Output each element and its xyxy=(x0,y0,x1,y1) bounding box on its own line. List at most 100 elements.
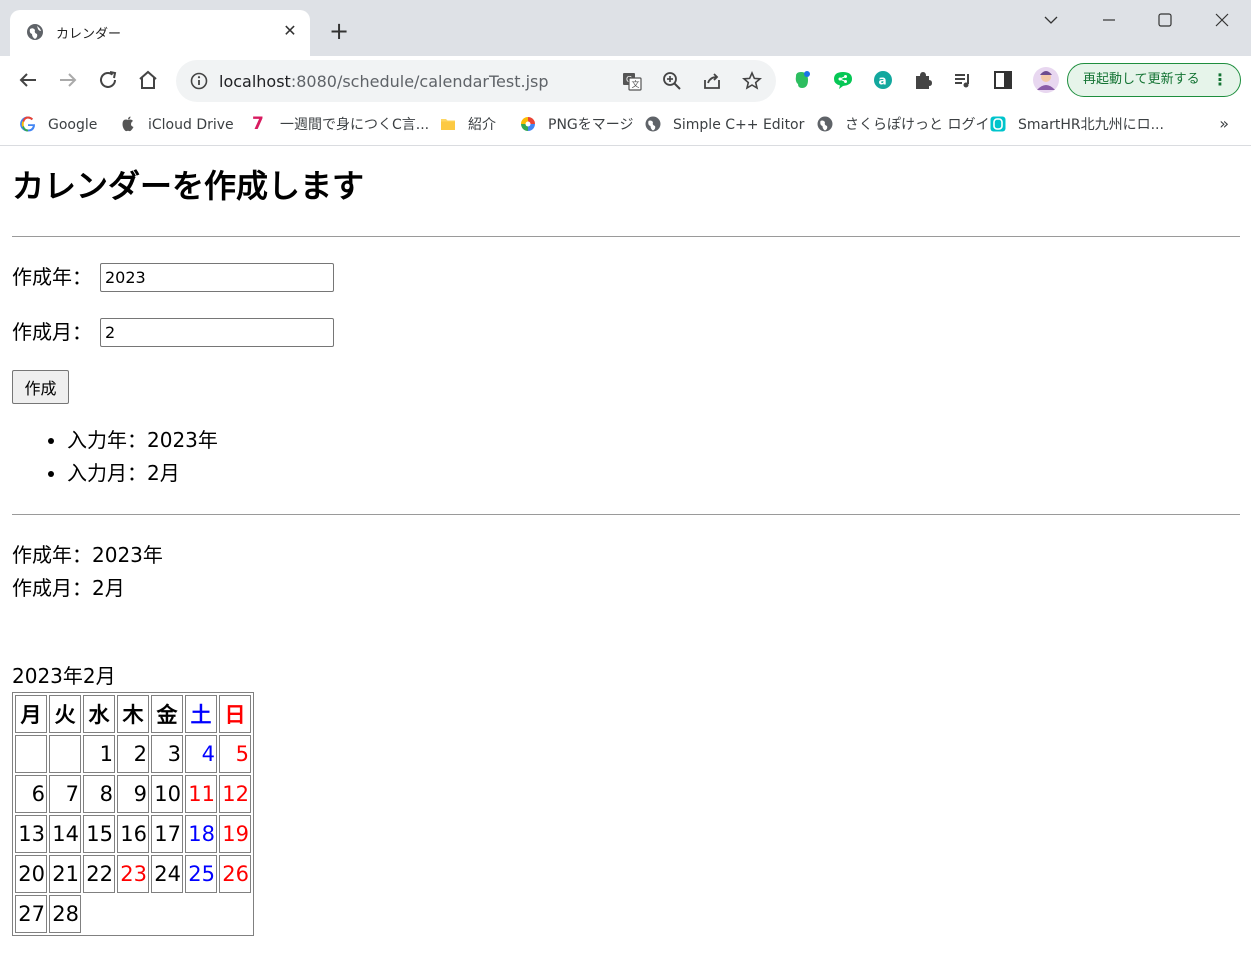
globe-icon xyxy=(645,116,661,132)
globe-icon xyxy=(27,24,43,40)
translate-icon[interactable]: G 文 xyxy=(622,71,642,91)
calendar-day-cell: 26 xyxy=(219,855,251,893)
reload-icon[interactable] xyxy=(96,68,120,92)
create-button[interactable]: 作成 xyxy=(12,370,69,404)
calendar-day-cell: 1 xyxy=(83,735,115,773)
bookmark-label: さくらぽけっと ログイン xyxy=(845,117,1004,133)
calendar-day-cell: 24 xyxy=(151,855,183,893)
weekday-header: 火 xyxy=(49,695,81,733)
calendar-day-cell: 13 xyxy=(15,815,47,853)
calendar-caption: 2023年2月 xyxy=(12,664,116,688)
calendar-week-row: 12345 xyxy=(15,735,251,773)
created-year-text: 作成年：2023年 xyxy=(12,543,163,567)
profile-avatar[interactable] xyxy=(1032,66,1060,94)
browser-tab[interactable]: カレンダー ✕ xyxy=(10,10,310,56)
calendar-day-cell: 7 xyxy=(49,775,81,813)
calendar-day-cell: 6 xyxy=(15,775,47,813)
bookmark-label: Simple C++ Editor xyxy=(673,117,805,133)
calendar-day-cell: 2 xyxy=(117,735,149,773)
month-input[interactable] xyxy=(100,318,334,347)
tab-search-chevron-icon[interactable] xyxy=(1036,8,1066,32)
evernote-extension-icon[interactable] xyxy=(792,70,812,90)
bookmark-c-lang[interactable]: 7 一週間で身につくC言... xyxy=(252,115,429,135)
calendar-day-cell: 27 xyxy=(15,895,47,933)
calendar-body: 1 2 3 4 5 6 7 8 9 10 11 12 13 14 15 16 17 18 19 20 21 22 23 24 2… xyxy=(15,735,251,933)
puzzle-extensions-icon[interactable] xyxy=(913,70,933,90)
calendar-day-cell: 18 xyxy=(185,815,217,853)
calendar-week-row: 27 28 xyxy=(15,895,251,933)
calendar-day-cell: 4 xyxy=(185,735,217,773)
reading-list-icon[interactable] xyxy=(953,70,973,90)
side-panel-icon[interactable] xyxy=(993,70,1013,90)
bookmark-simple-cpp[interactable]: Simple C++ Editor xyxy=(645,115,804,135)
bookmark-google[interactable]: Google xyxy=(20,115,97,135)
browser-toolbar: localhost:8080/schedule/calendarTest.jsp… xyxy=(0,56,1251,104)
a-extension-icon[interactable]: a xyxy=(873,70,893,90)
close-window-icon[interactable] xyxy=(1207,8,1237,32)
pinwheel-icon xyxy=(521,117,535,131)
more-bookmarks-icon[interactable]: » xyxy=(1219,114,1229,133)
address-bar[interactable]: localhost:8080/schedule/calendarTest.jsp… xyxy=(176,60,776,102)
forward-arrow-icon[interactable] xyxy=(56,68,80,92)
minimize-icon[interactable] xyxy=(1094,8,1124,32)
input-summary-list: 入力年：2023年 入力月：2月 xyxy=(0,424,218,490)
relaunch-update-button[interactable]: 再起動して更新する ⋮ xyxy=(1067,63,1241,97)
back-arrow-icon[interactable] xyxy=(16,68,40,92)
calendar-day-cell: 3 xyxy=(151,735,183,773)
maximize-icon[interactable] xyxy=(1150,8,1180,32)
calendar-day-cell: 28 xyxy=(49,895,81,933)
calendar-day-cell: 8 xyxy=(83,775,115,813)
weekday-header: 土 xyxy=(185,695,217,733)
calendar-table: 月火水木金土日 1 2 3 4 5 6 7 8 9 10 11 12 13 14 15 16 17 18 19 20 2… xyxy=(12,692,254,936)
month-label: 作成月： xyxy=(12,320,92,344)
calendar-header-row: 月火水木金土日 xyxy=(15,695,251,733)
google-icon xyxy=(20,116,35,132)
svg-text:文: 文 xyxy=(632,79,640,89)
year-input[interactable] xyxy=(100,263,334,292)
bookmark-label: 紹介 xyxy=(468,117,496,133)
browser-titlebar: カレンダー ✕ + xyxy=(0,0,1251,56)
calendar-day-cell: 23 xyxy=(117,855,149,893)
line-share-extension-icon[interactable] xyxy=(833,70,853,90)
bookmarks-bar: Google iCloud Drive 7 一週間で身につくC言... 紹介 PN… xyxy=(0,104,1251,146)
list-item: 入力月：2月 xyxy=(67,457,218,490)
url-path: :8080/schedule/calendarTest.jsp xyxy=(290,72,549,91)
bookmark-label: iCloud Drive xyxy=(148,117,234,133)
new-tab-icon[interactable]: + xyxy=(326,18,352,44)
bookmark-png-merge[interactable]: PNGをマージ xyxy=(520,115,633,135)
calendar-day-cell: 16 xyxy=(117,815,149,853)
weekday-header: 日 xyxy=(219,695,251,733)
weekday-header: 月 xyxy=(15,695,47,733)
bookmark-sakura-pocket[interactable]: さくらぽけっと ログイン xyxy=(817,115,1003,135)
calendar-week-row: 6 7 8 9 10 11 12 xyxy=(15,775,251,813)
tab-close-icon[interactable]: ✕ xyxy=(280,21,300,41)
weekday-header: 金 xyxy=(151,695,183,733)
apple-icon xyxy=(122,116,134,132)
zoom-icon[interactable] xyxy=(662,71,682,91)
list-item: 入力年：2023年 xyxy=(67,424,218,457)
bookmark-label: Google xyxy=(48,117,98,133)
bookmark-icloud[interactable]: iCloud Drive xyxy=(120,115,234,135)
folder-icon xyxy=(441,119,455,130)
site-info-icon[interactable] xyxy=(190,72,208,90)
calendar-day-cell: 15 xyxy=(83,815,115,853)
svg-text:a: a xyxy=(879,74,887,88)
year-label: 作成年： xyxy=(12,265,92,289)
url-host: localhost xyxy=(219,72,291,91)
share-icon[interactable] xyxy=(702,71,722,91)
calendar-day-cell: 25 xyxy=(185,855,217,893)
smarthr-icon xyxy=(990,116,1006,132)
calendar-day-cell: 17 xyxy=(151,815,183,853)
relaunch-label: 再起動して更新する xyxy=(1083,72,1200,87)
calendar-empty-cell xyxy=(15,735,47,773)
url-text[interactable]: localhost:8080/schedule/calendarTest.jsp xyxy=(219,72,549,91)
bookmark-label: SmartHR北九州にロ... xyxy=(1018,117,1164,133)
bookmark-smarthr[interactable]: SmartHR北九州にロ... xyxy=(990,115,1164,135)
bookmark-folder-intro[interactable]: 紹介 xyxy=(440,115,496,135)
calendar-day-cell: 20 xyxy=(15,855,47,893)
calendar-day-cell: 5 xyxy=(219,735,251,773)
menu-dots-icon[interactable]: ⋮ xyxy=(1212,64,1228,96)
page-title: カレンダーを作成します xyxy=(12,167,365,205)
home-icon[interactable] xyxy=(136,68,160,92)
bookmark-star-icon[interactable] xyxy=(742,71,762,91)
